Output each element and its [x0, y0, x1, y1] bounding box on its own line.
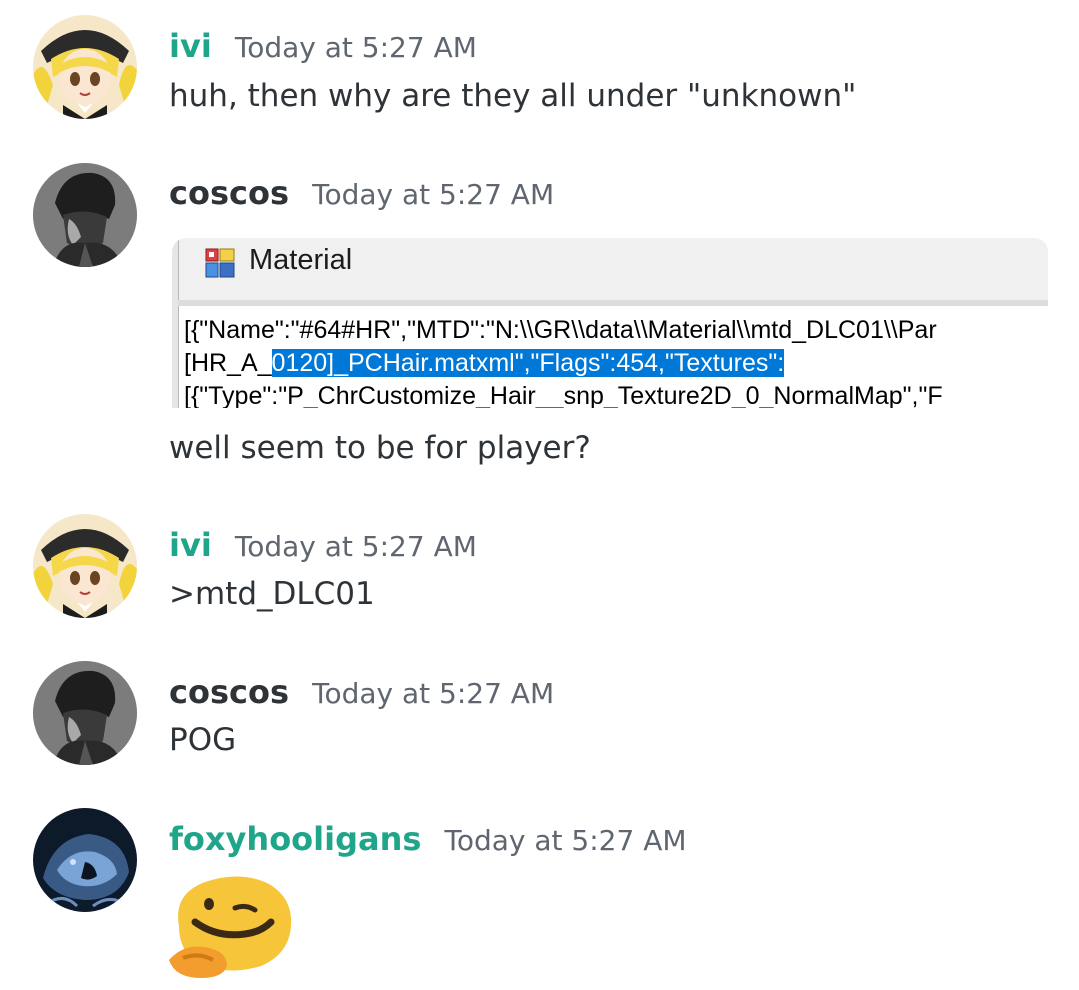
user-avatar[interactable] — [33, 163, 137, 267]
timestamp: Today at 5:27 AM — [234, 31, 477, 64]
attachment-title: Material — [249, 244, 353, 276]
timestamp: Today at 5:27 AM — [312, 178, 555, 211]
selected-text: 0120]_PCHair.matxml","Flags":454,"Textur… — [271, 349, 785, 377]
message-text: >mtd_DLC01 — [169, 576, 375, 612]
username[interactable]: ivi — [169, 526, 212, 564]
material-window-icon — [205, 248, 235, 278]
username[interactable]: ivi — [169, 27, 212, 65]
user-avatar[interactable] — [33, 661, 137, 765]
user-avatar[interactable] — [33, 514, 137, 618]
user-avatar[interactable] — [33, 808, 137, 912]
attachment-line: [{"Type":"P_ChrCustomize_Hair__snp_Textu… — [184, 382, 943, 408]
attachment-line: [{"Name":"#64#HR","MTD":"N:\\GR\\data\\M… — [184, 316, 937, 344]
attachment-frame-edge — [172, 238, 179, 408]
timestamp: Today at 5:27 AM — [234, 530, 477, 563]
attachment-divider — [178, 300, 1048, 306]
user-avatar[interactable] — [33, 15, 137, 119]
thinking-smirk-emoji[interactable] — [165, 868, 297, 980]
username[interactable]: coscos — [169, 673, 289, 711]
timestamp: Today at 5:27 AM — [444, 824, 687, 857]
message-text: POG — [169, 722, 237, 758]
timestamp: Today at 5:27 AM — [312, 677, 555, 710]
attachment-line: [HR_A_0120]_PCHair.matxml","Flags":454,"… — [184, 349, 785, 377]
username[interactable]: foxyhooligans — [169, 820, 421, 858]
image-attachment[interactable]: Material [{"Name":"#64#HR","MTD":"N:\\GR… — [172, 238, 1048, 408]
message-text: huh, then why are they all under "unknow… — [169, 78, 857, 114]
username[interactable]: coscos — [169, 174, 289, 212]
attachment-titlebar: Material — [172, 238, 1048, 301]
message-text: well seem to be for player? — [169, 430, 591, 466]
attachment-text: [{"Name":"#64#HR","MTD":"N:\\GR\\data\\M… — [184, 314, 1048, 408]
